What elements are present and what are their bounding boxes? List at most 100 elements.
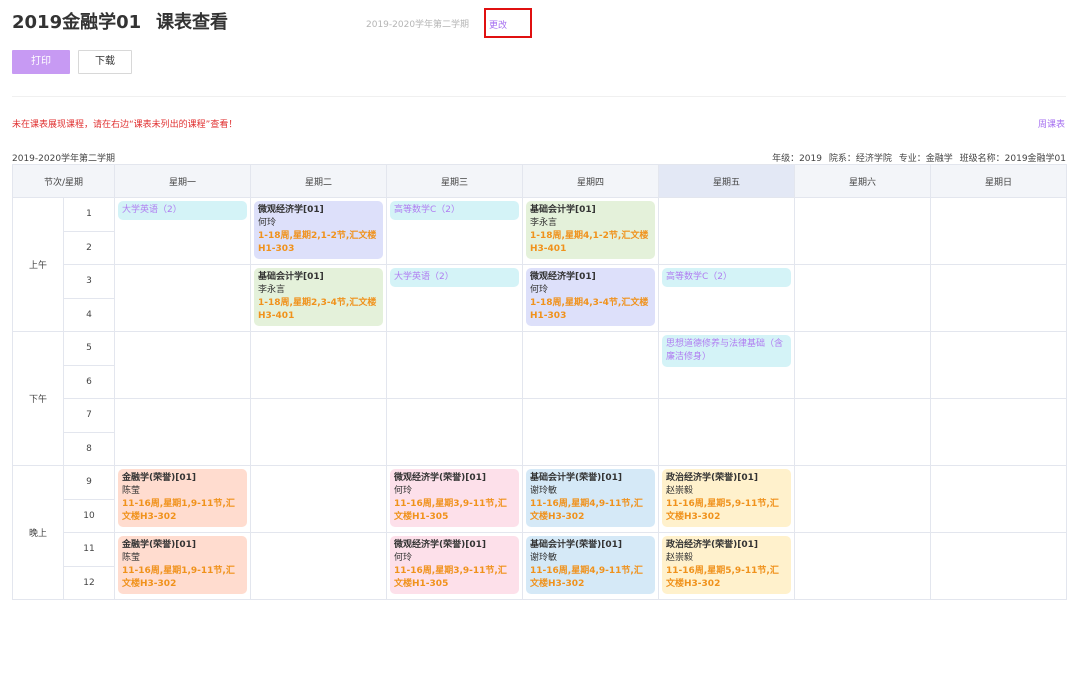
day-header-mon: 星期一	[114, 164, 252, 198]
course-card[interactable]: 基础会计学(荣誉)[01] 谢玲敏 11-16周,星期4,9-11节,汇文楼H3…	[526, 536, 656, 595]
course-detail: 1-18周,星期2,1-2节,汇文楼H1-303	[258, 231, 377, 255]
period-number: 7	[62, 398, 116, 433]
day-header-wed: 星期三	[386, 164, 524, 198]
cell-wed-1: 高等数学C（2）	[386, 197, 524, 265]
course-teacher: 何玲	[530, 285, 549, 296]
change-semester-link[interactable]: 更改	[484, 8, 532, 38]
cell-sun-5	[930, 331, 1068, 399]
info-major: 专业：金融学	[898, 154, 953, 164]
course-teacher: 李永言	[258, 285, 286, 296]
period-number: 4	[62, 297, 116, 332]
cell-wed-11: 微观经济学(荣誉)[01] 何玲 11-16周,星期3,9-11节,汇文楼H1-…	[386, 532, 524, 600]
cell-mon-5	[114, 331, 252, 399]
period-number: 6	[62, 364, 116, 399]
cell-wed-7	[386, 398, 524, 466]
group-afternoon: 下午	[12, 331, 64, 466]
course-name: 政治经济学(荣誉)[01]	[666, 473, 758, 483]
course-name: 大学英语（2）	[122, 205, 182, 215]
course-card[interactable]: 微观经济学(荣誉)[01] 何玲 11-16周,星期3,9-11节,汇文楼H1-…	[390, 469, 520, 528]
course-name: 思想道德修养与法律基础（含廉洁修身）	[666, 339, 784, 363]
cell-wed-3: 大学英语（2）	[386, 264, 524, 332]
course-name: 基础会计学(荣誉)[01]	[530, 540, 622, 550]
cell-tue-7	[250, 398, 388, 466]
period-number: 1	[62, 197, 116, 232]
info-grade: 年级：2019	[772, 154, 822, 164]
course-card[interactable]: 金融学(荣誉)[01] 陈莹 11-16周,星期1,9-11节,汇文楼H3-30…	[118, 536, 248, 595]
header-row: 节次/星期 星期一 星期二 星期三 星期四 星期五 星期六 星期日	[11, 164, 1068, 198]
table-row: 晚上 9 金融学(荣誉)[01] 陈莹 11-16周,星期1,9-11节,汇文楼…	[12, 465, 1068, 600]
course-teacher: 谢玲敏	[530, 486, 558, 497]
weekly-schedule-link[interactable]: 周课表	[1038, 117, 1065, 130]
day-header-sat: 星期六	[794, 164, 932, 198]
period-number: 11	[62, 532, 116, 567]
cell-sat-7	[794, 398, 932, 466]
cell-mon-11: 金融学(荣誉)[01] 陈莹 11-16周,星期1,9-11节,汇文楼H3-30…	[114, 532, 252, 600]
semester-label: 2019-2020学年第二学期	[366, 20, 470, 30]
course-detail: 11-16周,星期1,9-11节,汇文楼H3-302	[122, 566, 235, 590]
page-title: 课表查看	[156, 12, 228, 33]
course-teacher: 何玲	[394, 486, 413, 497]
schedule-table: 节次/星期 星期一 星期二 星期三 星期四 星期五 星期六 星期日 上午 1 大…	[11, 164, 1068, 600]
cell-mon-7	[114, 398, 252, 466]
course-name: 金融学(荣誉)[01]	[122, 540, 196, 550]
cell-tue-11	[250, 532, 388, 600]
print-button[interactable]: 打印	[12, 50, 70, 74]
download-button[interactable]: 下载	[78, 50, 132, 74]
cell-thu-7	[522, 398, 660, 466]
course-name: 基础会计学(荣誉)[01]	[530, 473, 622, 483]
course-detail: 11-16周,星期4,9-11节,汇文楼H3-302	[530, 499, 643, 523]
cell-sun-11	[930, 532, 1068, 600]
cell-sat-3	[794, 264, 932, 332]
course-card[interactable]: 政治经济学(荣誉)[01] 赵崇毅 11-16周,星期5,9-11节,汇文楼H3…	[662, 469, 792, 528]
course-teacher: 李永言	[530, 218, 558, 229]
course-teacher: 赵崇毅	[666, 486, 694, 497]
cell-mon-1: 大学英语（2）	[114, 197, 252, 265]
course-card[interactable]: 高等数学C（2）	[390, 201, 520, 221]
group-evening: 晚上	[12, 465, 64, 600]
change-link-label[interactable]: 更改	[489, 21, 507, 31]
course-name: 微观经济学[01]	[530, 272, 596, 282]
cell-wed-5	[386, 331, 524, 399]
period-number: 3	[62, 264, 116, 299]
course-card[interactable]: 基础会计学[01] 李永言 1-18周,星期4,1-2节,汇文楼H3-401	[526, 201, 656, 260]
cell-sun-3	[930, 264, 1068, 332]
course-detail: 11-16周,星期1,9-11节,汇文楼H3-302	[122, 499, 235, 523]
course-detail: 1-18周,星期4,1-2节,汇文楼H3-401	[530, 231, 649, 255]
course-card[interactable]: 基础会计学[01] 李永言 1-18周,星期2,3-4节,汇文楼H3-401	[254, 268, 384, 327]
period-number: 9	[62, 465, 116, 500]
day-header-sun: 星期日	[930, 164, 1068, 198]
cell-thu-9: 基础会计学(荣誉)[01] 谢玲敏 11-16周,星期4,9-11节,汇文楼H3…	[522, 465, 660, 533]
info-semester: 2019-2020学年第二学期	[12, 154, 116, 164]
cell-fri-7	[658, 398, 796, 466]
course-card[interactable]: 政治经济学(荣誉)[01] 赵崇毅 11-16周,星期5,9-11节,汇文楼H3…	[662, 536, 792, 595]
course-teacher: 何玲	[258, 218, 277, 229]
course-name: 微观经济学[01]	[258, 205, 324, 215]
course-name: 基础会计学[01]	[530, 205, 596, 215]
cell-fri-11: 政治经济学(荣誉)[01] 赵崇毅 11-16周,星期5,9-11节,汇文楼H3…	[658, 532, 796, 600]
course-name: 金融学(荣誉)[01]	[122, 473, 196, 483]
course-card[interactable]: 微观经济学[01] 何玲 1-18周,星期2,1-2节,汇文楼H1-303	[254, 201, 384, 260]
course-card[interactable]: 金融学(荣誉)[01] 陈莹 11-16周,星期1,9-11节,汇文楼H3-30…	[118, 469, 248, 528]
cell-thu-5	[522, 331, 660, 399]
cell-thu-3: 微观经济学[01] 何玲 1-18周,星期4,3-4节,汇文楼H1-303	[522, 264, 660, 332]
course-card[interactable]: 思想道德修养与法律基础（含廉洁修身）	[662, 335, 792, 368]
table-row: 下午 5 思想道德修养与法律基础（含廉洁修身）	[12, 331, 1068, 466]
group-morning: 上午	[12, 197, 64, 332]
course-card[interactable]: 高等数学C（2）	[662, 268, 792, 288]
cell-sun-7	[930, 398, 1068, 466]
cell-sat-11	[794, 532, 932, 600]
cell-sat-1	[794, 197, 932, 265]
course-card[interactable]: 大学英语（2）	[390, 268, 520, 288]
cell-sun-9	[930, 465, 1068, 533]
course-card[interactable]: 微观经济学(荣誉)[01] 何玲 11-16周,星期3,9-11节,汇文楼H1-…	[390, 536, 520, 595]
course-card[interactable]: 微观经济学[01] 何玲 1-18周,星期4,3-4节,汇文楼H1-303	[526, 268, 656, 327]
course-card[interactable]: 大学英语（2）	[118, 201, 248, 221]
course-detail: 1-18周,星期4,3-4节,汇文楼H1-303	[530, 298, 649, 322]
course-detail: 1-18周,星期2,3-4节,汇文楼H3-401	[258, 298, 377, 322]
course-card[interactable]: 基础会计学(荣誉)[01] 谢玲敏 11-16周,星期4,9-11节,汇文楼H3…	[526, 469, 656, 528]
info-class: 班级名称：2019金融学01	[959, 154, 1066, 164]
cell-tue-5	[250, 331, 388, 399]
info-college: 院系：经济学院	[828, 154, 892, 164]
course-detail: 11-16周,星期3,9-11节,汇文楼H1-305	[394, 566, 507, 590]
cell-wed-9: 微观经济学(荣誉)[01] 何玲 11-16周,星期3,9-11节,汇文楼H1-…	[386, 465, 524, 533]
